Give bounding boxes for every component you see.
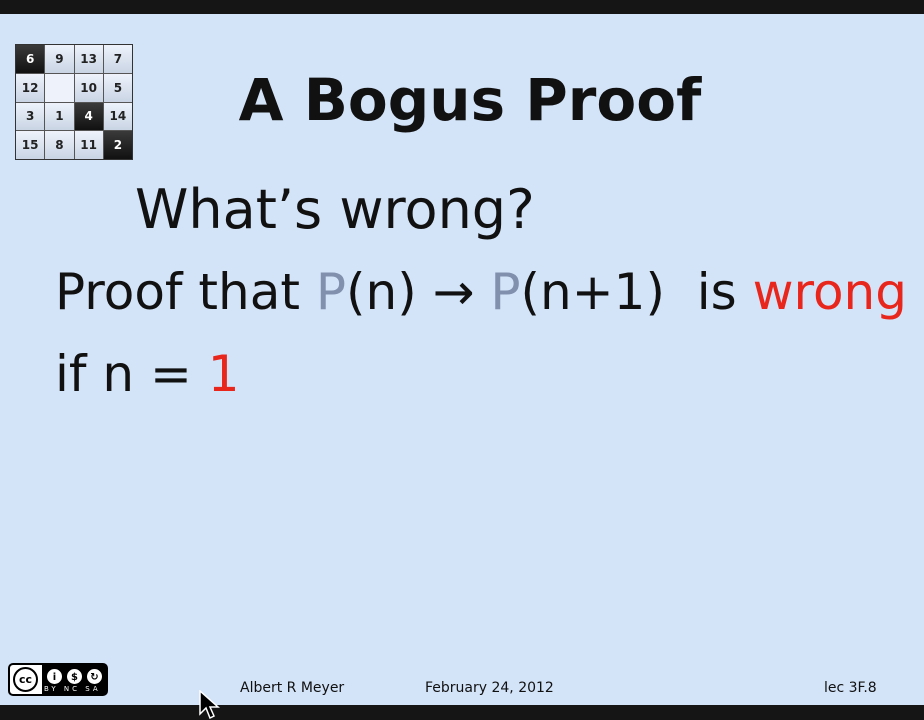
statement-text: Proof that — [55, 263, 316, 321]
footer-author: Albert R Meyer — [240, 680, 345, 696]
license-text: BY NC SA — [44, 685, 101, 693]
emphasis-value: 1 — [207, 345, 240, 403]
puzzle-tile: 11 — [74, 131, 103, 159]
statement-text: is — [664, 263, 753, 321]
predicate-argument: (n) — [346, 263, 417, 321]
proof-statement-line: Proof that P(n) → P(n+1) is wrong — [55, 263, 907, 321]
slide-question: What’s wrong? — [135, 178, 535, 241]
condition-line: if n = 1 — [55, 345, 240, 403]
puzzle-tile: 8 — [45, 131, 74, 159]
noncommercial-icon: $ — [66, 668, 83, 685]
mouse-pointer-icon — [199, 690, 220, 720]
puzzle-tile: 15 — [16, 131, 45, 159]
top-bar — [0, 0, 924, 14]
footer-date: February 24, 2012 — [425, 680, 554, 696]
sharealike-icon: ↻ — [86, 668, 103, 685]
predicate-p: P — [490, 263, 521, 321]
footer-lecture: lec 3F.8 — [824, 680, 877, 696]
creative-commons-by-nc-sa-icon: cc i $ ↻ BY NC SA — [8, 663, 108, 696]
slide: 6 9 13 7 12 10 5 3 1 4 14 15 8 11 2 A Bo… — [0, 0, 924, 720]
predicate-argument: (n+1) — [520, 263, 665, 321]
predicate-p: P — [315, 263, 346, 321]
emphasis-wrong: wrong — [752, 263, 907, 321]
implies-arrow: → — [416, 263, 491, 321]
slide-title: A Bogus Proof — [238, 66, 702, 134]
condition-text: if n = — [55, 345, 208, 403]
attribution-icon: i — [46, 668, 63, 685]
cc-icon: cc — [13, 667, 38, 692]
bottom-bar — [0, 705, 924, 720]
puzzle-tile: 2 — [103, 131, 132, 159]
